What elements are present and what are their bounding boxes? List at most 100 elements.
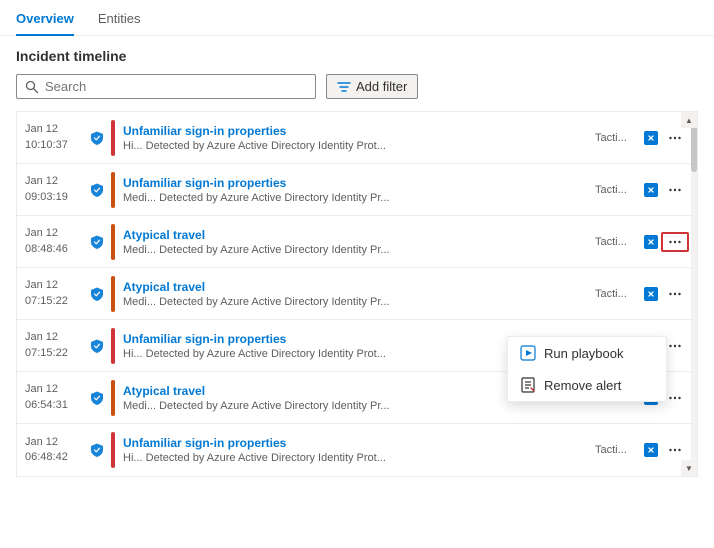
run-playbook-label: Run playbook <box>544 346 624 361</box>
ellipsis-icon <box>667 234 683 250</box>
item-date: Jan 12 07:15:22 <box>25 278 87 309</box>
playbook-icon <box>520 345 536 361</box>
scrollbar-track <box>691 112 697 476</box>
item-meta: Hi... Detected by Azure Active Directory… <box>123 140 591 152</box>
alert-icon <box>643 234 659 250</box>
timeline-item[interactable]: Jan 12 10:10:37 Unfamiliar sign-in prope… <box>17 112 697 164</box>
more-options-button[interactable] <box>661 442 689 458</box>
search-icon <box>25 80 39 94</box>
severity-label: Hi... <box>123 140 143 152</box>
context-menu: Run playbook Remove alert <box>507 336 667 402</box>
alert-icon-col <box>641 130 661 146</box>
severity-bar <box>111 380 115 416</box>
alert-icon-col <box>641 286 661 302</box>
item-tactic: Tacti... <box>595 236 637 248</box>
timeline-item[interactable]: Jan 12 07:15:22 Atypical travel Medi... … <box>17 268 697 320</box>
severity-bar <box>111 276 115 312</box>
remove-icon <box>520 377 536 393</box>
ellipsis-icon <box>667 390 683 406</box>
shield-col <box>87 390 107 406</box>
ellipsis-icon <box>667 286 683 302</box>
timeline-item[interactable]: Jan 12 06:48:42 Unfamiliar sign-in prope… <box>17 424 697 476</box>
item-meta: Hi... Detected by Azure Active Directory… <box>123 452 591 464</box>
item-date: Jan 12 10:10:37 <box>25 122 87 153</box>
severity-label: Hi... <box>123 452 143 464</box>
shield-icon <box>89 182 105 198</box>
item-content: Unfamiliar sign-in properties Medi... De… <box>123 176 591 204</box>
item-date: Jan 12 08:48:46 <box>25 226 87 257</box>
item-date: Jan 12 06:54:31 <box>25 382 87 413</box>
scroll-down-arrow[interactable]: ▼ <box>681 460 697 476</box>
more-options-button[interactable] <box>661 286 689 302</box>
tab-entities[interactable]: Entities <box>98 1 141 36</box>
alert-icon <box>643 130 659 146</box>
alert-icon-col <box>641 234 661 250</box>
alert-icon <box>643 442 659 458</box>
alert-icon-col <box>641 182 661 198</box>
shield-col <box>87 338 107 354</box>
alert-icon <box>643 182 659 198</box>
ellipsis-icon <box>667 338 683 354</box>
severity-bar <box>111 432 115 468</box>
item-title: Unfamiliar sign-in properties <box>123 436 591 450</box>
severity-bar <box>111 224 115 260</box>
section-title: Incident timeline <box>16 48 698 64</box>
item-content: Atypical travel Medi... Detected by Azur… <box>123 280 591 308</box>
tabs-bar: Overview Entities <box>0 0 714 36</box>
item-title: Unfamiliar sign-in properties <box>123 124 591 138</box>
remove-alert-label: Remove alert <box>544 378 621 393</box>
severity-bar <box>111 172 115 208</box>
shield-icon <box>89 338 105 354</box>
item-content: Unfamiliar sign-in properties Hi... Dete… <box>123 124 591 152</box>
shield-icon <box>89 130 105 146</box>
context-menu-run-playbook[interactable]: Run playbook <box>508 337 666 369</box>
item-tactic: Tacti... <box>595 184 637 196</box>
shield-col <box>87 182 107 198</box>
shield-col <box>87 442 107 458</box>
severity-label: Medi... <box>123 296 156 308</box>
shield-icon <box>89 286 105 302</box>
scroll-up-arrow[interactable]: ▲ <box>681 112 697 128</box>
shield-col <box>87 286 107 302</box>
alert-icon <box>643 286 659 302</box>
severity-bar <box>111 328 115 364</box>
severity-bar <box>111 120 115 156</box>
item-title: Atypical travel <box>123 280 591 294</box>
more-options-button[interactable] <box>661 182 689 198</box>
add-filter-label: Add filter <box>356 79 407 94</box>
item-tactic: Tacti... <box>595 132 637 144</box>
filter-icon <box>337 80 351 94</box>
ellipsis-icon <box>667 130 683 146</box>
more-options-button[interactable] <box>661 130 689 146</box>
shield-icon <box>89 234 105 250</box>
ellipsis-icon <box>667 442 683 458</box>
shield-icon <box>89 442 105 458</box>
ellipsis-icon <box>667 182 683 198</box>
search-row: Add filter <box>16 74 698 99</box>
severity-label: Hi... <box>123 348 143 360</box>
timeline-list: Jan 12 10:10:37 Unfamiliar sign-in prope… <box>17 112 697 476</box>
item-meta: Medi... Detected by Azure Active Directo… <box>123 244 591 256</box>
context-menu-remove-alert[interactable]: Remove alert <box>508 369 666 401</box>
shield-col <box>87 130 107 146</box>
search-input[interactable] <box>45 79 307 94</box>
item-title: Atypical travel <box>123 228 591 242</box>
item-content: Atypical travel Medi... Detected by Azur… <box>123 228 591 256</box>
item-meta: Medi... Detected by Azure Active Directo… <box>123 296 591 308</box>
timeline-container: ▲ Jan 12 10:10:37 Unfamiliar sign-in pro… <box>16 111 698 477</box>
timeline-item[interactable]: Jan 12 08:48:46 Atypical travel Medi... … <box>17 216 697 268</box>
severity-label: Medi... <box>123 400 156 412</box>
item-title: Unfamiliar sign-in properties <box>123 176 591 190</box>
item-content: Unfamiliar sign-in properties Hi... Dete… <box>123 436 591 464</box>
item-date: Jan 12 09:03:19 <box>25 174 87 205</box>
timeline-item[interactable]: Jan 12 09:03:19 Unfamiliar sign-in prope… <box>17 164 697 216</box>
shield-col <box>87 234 107 250</box>
item-tactic: Tacti... <box>595 288 637 300</box>
tab-overview[interactable]: Overview <box>16 1 74 36</box>
add-filter-button[interactable]: Add filter <box>326 74 418 99</box>
search-box[interactable] <box>16 74 316 99</box>
item-meta: Medi... Detected by Azure Active Directo… <box>123 192 591 204</box>
severity-label: Medi... <box>123 244 156 256</box>
more-options-button[interactable] <box>661 232 689 252</box>
main-content: Incident timeline Add filter ▲ Jan 12 10… <box>0 36 714 489</box>
